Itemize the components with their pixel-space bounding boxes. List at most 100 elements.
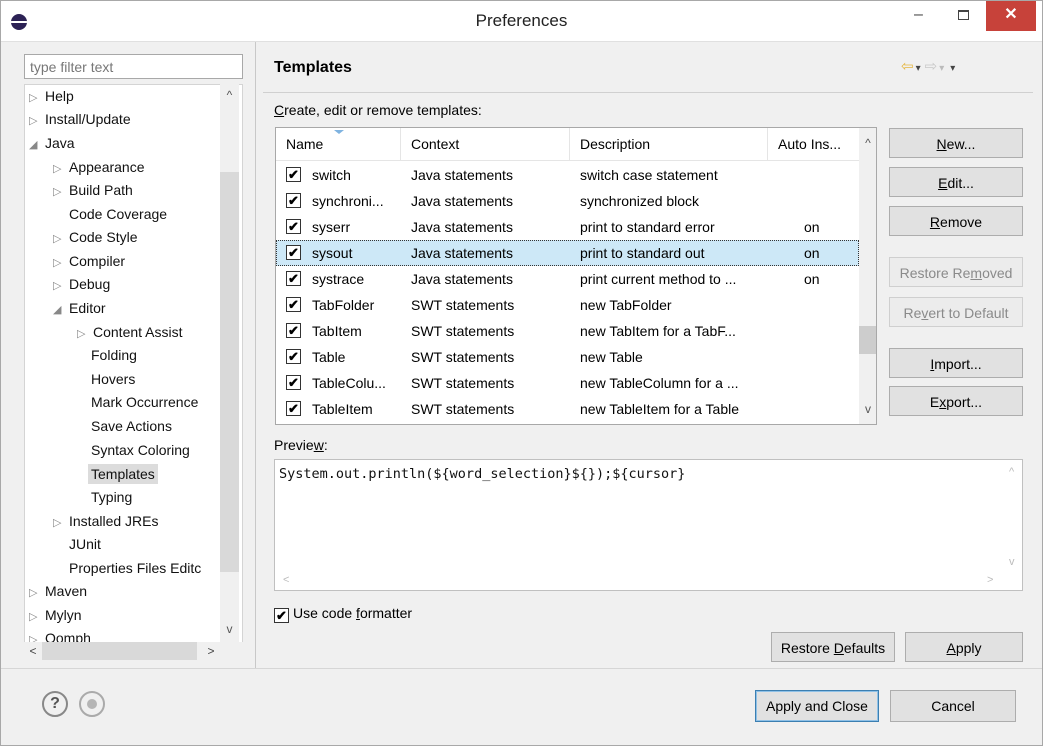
preview-editor[interactable]: System.out.println(${word_selection}${})… xyxy=(274,459,1023,591)
preview-vertical-scrollbar[interactable]: ^ v xyxy=(1004,460,1022,572)
table-row[interactable]: ✔ synchroni... Java statements synchroni… xyxy=(276,188,859,214)
enabled-checkbox[interactable]: ✔ xyxy=(286,271,301,286)
use-code-formatter-checkbox[interactable]: ✔ xyxy=(274,608,289,623)
table-vertical-scrollbar[interactable]: ^ v xyxy=(859,128,876,424)
tree-item-installed-jres[interactable]: ▷ Installed JREs xyxy=(53,510,158,533)
collapse-arrow-icon[interactable]: ◢ xyxy=(53,299,69,322)
tree-item-content-assist[interactable]: ▷ Content Assist xyxy=(77,321,183,344)
expand-arrow-icon[interactable]: ▷ xyxy=(29,582,45,605)
panel-splitter[interactable] xyxy=(255,42,256,668)
maximize-button[interactable] xyxy=(941,1,986,31)
tree-item-compiler[interactable]: ▷ Compiler xyxy=(53,250,125,273)
scroll-thumb[interactable] xyxy=(42,642,197,660)
column-header-context[interactable]: Context xyxy=(401,128,570,161)
remove-button[interactable]: Remove xyxy=(889,206,1023,236)
enabled-checkbox[interactable]: ✔ xyxy=(286,375,301,390)
tree-item-properties-files-editor[interactable]: Properties Files Editc xyxy=(69,557,201,580)
tree-item-help[interactable]: ▷ Help xyxy=(29,85,74,108)
column-header-description[interactable]: Description xyxy=(570,128,768,161)
table-row[interactable]: ✔ TabItem SWT statements new TabItem for… xyxy=(276,318,859,344)
tree-item-folding[interactable]: Folding xyxy=(91,344,137,367)
scroll-up-icon[interactable]: ^ xyxy=(1009,466,1014,478)
table-row[interactable]: ✔ TableColu... SWT statements new TableC… xyxy=(276,370,859,396)
tree-item-junit[interactable]: JUnit xyxy=(69,533,101,556)
column-header-name[interactable]: Name xyxy=(276,128,401,161)
enabled-checkbox[interactable]: ✔ xyxy=(286,323,301,338)
table-row[interactable]: ✔ TabFolder SWT statements new TabFolder xyxy=(276,292,859,318)
table-row[interactable]: ✔ Table SWT statements new Table xyxy=(276,344,859,370)
scroll-down-icon[interactable]: v xyxy=(1009,556,1015,568)
table-row[interactable]: ✔ switch Java statements switch case sta… xyxy=(276,162,859,188)
tree-item-java[interactable]: ◢ Java xyxy=(29,132,75,155)
table-row[interactable]: ✔ syserr Java statements print to standa… xyxy=(276,214,859,240)
expand-arrow-icon[interactable]: ▷ xyxy=(53,158,69,181)
tree-item-build-path[interactable]: ▷ Build Path xyxy=(53,179,133,202)
revert-to-default-button[interactable]: Revert to Default xyxy=(889,297,1023,327)
apply-and-close-button[interactable]: Apply and Close xyxy=(755,690,879,722)
expand-arrow-icon[interactable]: ▷ xyxy=(29,110,45,133)
tree-item-editor[interactable]: ◢ Editor xyxy=(53,297,106,320)
scroll-down-icon[interactable]: v xyxy=(220,622,239,636)
scroll-thumb[interactable] xyxy=(859,326,876,354)
tree-item-hovers[interactable]: Hovers xyxy=(91,368,135,391)
expand-arrow-icon[interactable]: ▷ xyxy=(53,228,69,251)
expand-arrow-icon[interactable]: ▷ xyxy=(53,275,69,298)
enabled-checkbox[interactable]: ✔ xyxy=(286,349,301,364)
tree-item-code-style[interactable]: ▷ Code Style xyxy=(53,226,137,249)
tree-item-mark-occurrences[interactable]: Mark Occurrence xyxy=(91,391,198,414)
tree-item-save-actions[interactable]: Save Actions xyxy=(91,415,172,438)
expand-arrow-icon[interactable]: ▷ xyxy=(53,512,69,535)
view-menu-icon[interactable]: ▾ xyxy=(950,63,955,74)
expand-arrow-icon[interactable]: ▷ xyxy=(29,606,45,629)
scroll-left-icon[interactable]: < xyxy=(283,574,289,586)
table-row[interactable]: ✔ systrace Java statements print current… xyxy=(276,266,859,292)
help-icon[interactable]: ? xyxy=(42,691,68,717)
column-header-auto-insert[interactable]: Auto Ins... xyxy=(768,128,859,161)
tree-item-templates[interactable]: Templates xyxy=(88,463,158,486)
tree-item-code-coverage[interactable]: Code Coverage xyxy=(53,203,167,226)
edit-button[interactable]: Edit... xyxy=(889,167,1023,197)
enabled-checkbox[interactable]: ✔ xyxy=(286,219,301,234)
restore-removed-button[interactable]: Restore Removed xyxy=(889,257,1023,287)
tree-vertical-scrollbar[interactable]: ^ v xyxy=(220,84,239,642)
scroll-down-icon[interactable]: v xyxy=(859,402,876,416)
export-button[interactable]: Export... xyxy=(889,386,1023,416)
enabled-checkbox[interactable]: ✔ xyxy=(286,193,301,208)
back-dropdown-icon[interactable]: ▾ xyxy=(916,63,921,74)
use-code-formatter-option[interactable]: ✔ Use code formatter xyxy=(274,605,412,623)
enabled-checkbox[interactable]: ✔ xyxy=(286,401,301,416)
close-button[interactable]: ✕ xyxy=(986,1,1036,31)
scroll-thumb[interactable] xyxy=(220,172,239,572)
tree-item-install-update[interactable]: ▷ Install/Update xyxy=(29,108,131,131)
enabled-checkbox[interactable]: ✔ xyxy=(286,167,301,182)
back-arrow-icon[interactable]: ⇦ xyxy=(901,58,914,75)
scroll-right-icon[interactable]: > xyxy=(987,574,993,586)
scroll-right-icon[interactable]: > xyxy=(202,642,220,660)
scroll-up-icon[interactable]: ^ xyxy=(220,88,239,102)
import-button[interactable]: Import... xyxy=(889,348,1023,378)
expand-arrow-icon[interactable]: ▷ xyxy=(53,181,69,204)
tree-horizontal-scrollbar[interactable]: < > xyxy=(24,642,243,660)
scroll-up-icon[interactable]: ^ xyxy=(859,136,876,150)
tree-item-debug[interactable]: ▷ Debug xyxy=(53,273,110,296)
enabled-checkbox[interactable]: ✔ xyxy=(286,297,301,312)
table-row[interactable]: ✔ TableItem SWT statements new TableItem… xyxy=(276,396,859,422)
expand-arrow-icon[interactable]: ▷ xyxy=(29,87,45,110)
tree-item-mylyn[interactable]: ▷ Mylyn xyxy=(29,604,82,627)
new-button[interactable]: New... xyxy=(889,128,1023,158)
enabled-checkbox[interactable]: ✔ xyxy=(286,245,301,260)
expand-arrow-icon[interactable]: ▷ xyxy=(77,323,93,346)
tree-item-maven[interactable]: ▷ Maven xyxy=(29,580,87,603)
scroll-left-icon[interactable]: < xyxy=(24,642,42,660)
restore-defaults-button[interactable]: Restore Defaults xyxy=(771,632,895,662)
minimize-button[interactable]: – xyxy=(896,1,941,31)
forward-dropdown-icon[interactable]: ▾ xyxy=(939,63,944,74)
table-row-selected[interactable]: ✔ sysout Java statements print to standa… xyxy=(276,240,859,266)
preview-horizontal-scrollbar[interactable]: < > xyxy=(275,572,1005,590)
apply-button[interactable]: Apply xyxy=(905,632,1023,662)
filter-input[interactable] xyxy=(24,54,243,79)
tree-item-typing[interactable]: Typing xyxy=(91,486,132,509)
record-macro-icon[interactable] xyxy=(79,691,105,717)
expand-arrow-icon[interactable]: ▷ xyxy=(53,252,69,275)
tree-item-syntax-coloring[interactable]: Syntax Coloring xyxy=(91,439,190,462)
